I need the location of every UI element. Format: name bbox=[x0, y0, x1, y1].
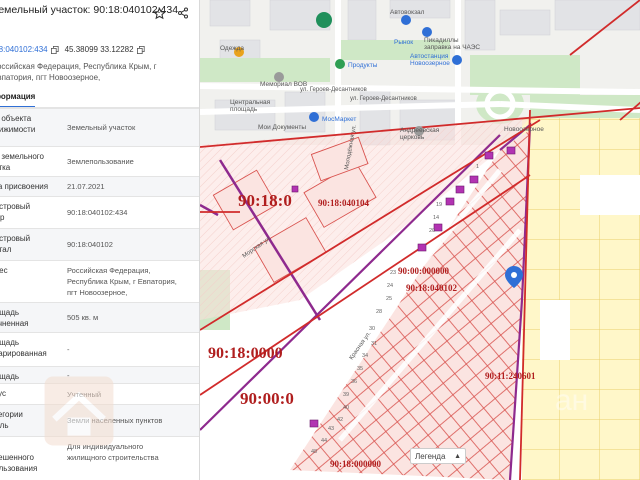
cad-label-bottom: 90:18:000000 bbox=[330, 459, 381, 469]
label-odezhda: Одежда bbox=[220, 45, 244, 52]
star-icon[interactable] bbox=[152, 6, 166, 20]
property-value: Российская Федерация, Республика Крым, г … bbox=[67, 266, 177, 297]
plot-number: 40 bbox=[343, 405, 349, 411]
cad-label-big-3: 90:00:0 bbox=[240, 389, 294, 408]
property-value: 90:18:040102 bbox=[67, 240, 113, 249]
property-row: лощадьточненная 505 кв. м bbox=[0, 302, 199, 332]
plot-number: 25 bbox=[386, 296, 392, 302]
label-avtostanciya: Автостанция Новоозерное bbox=[410, 53, 450, 67]
property-label: дастровыйартал bbox=[0, 234, 31, 254]
info-panel: Земельный участок: 90:18:040102:434 :18:… bbox=[0, 0, 200, 480]
label-novoozernoe: Новоозерное bbox=[504, 126, 544, 133]
plot-number: 44 bbox=[321, 438, 327, 444]
chevron-up-icon: ▲ bbox=[454, 452, 461, 460]
property-value: 90:18:040102:434 bbox=[67, 208, 128, 217]
property-value: Земельный участок bbox=[67, 123, 136, 132]
property-value: 505 кв. м bbox=[67, 313, 99, 322]
plot-number: 1 bbox=[476, 164, 479, 170]
cad-label-quarter-040102: 90:18:040102 bbox=[406, 283, 457, 293]
panel-actions bbox=[152, 6, 190, 20]
property-row: дастровыймер 90:18:040102:434 bbox=[0, 196, 199, 228]
label-avtovokzal: Автовокзал bbox=[390, 9, 425, 16]
property-label: лощадьточненная bbox=[0, 308, 29, 328]
cad-label-big-1: 90:18:0 bbox=[238, 191, 292, 210]
plot-number: 35 bbox=[357, 366, 363, 372]
cadastral-number-link[interactable]: :18:040102:434 bbox=[0, 45, 48, 54]
legend-button[interactable]: Легенда ▲ bbox=[410, 448, 466, 464]
copy-icon[interactable] bbox=[50, 45, 59, 54]
label-street-geroev-2: ул. Героев-Десантников bbox=[350, 96, 417, 102]
cad-label-240601: 90:11:240601 bbox=[485, 371, 536, 381]
cad-label-big-2: 90:18:0000 bbox=[208, 345, 283, 362]
property-label: дрес bbox=[0, 266, 8, 275]
property-value: Землепользование bbox=[67, 157, 134, 166]
cadastral-number-row: :18:040102:434 45.38099 33.12282 bbox=[0, 45, 151, 54]
cadastral-map[interactable]: Автовокзал Рынок Одежда Продукты Пикадил… bbox=[200, 0, 640, 480]
plot-number: 48 bbox=[311, 449, 317, 455]
cad-label-quarter-000000: 90:00:000000 bbox=[398, 266, 449, 276]
label-mossmart: МосМаркет bbox=[322, 116, 356, 123]
property-label: ид объектадвижимости bbox=[0, 114, 36, 134]
property-row: ата присвоения 21.07.2021 bbox=[0, 176, 199, 196]
plot-number: 20 bbox=[429, 228, 435, 234]
label-rynok: Рынок bbox=[394, 39, 413, 46]
map-watermark: ан bbox=[555, 384, 588, 417]
property-label: ата присвоения bbox=[0, 182, 49, 191]
property-label: ид земельногоастка bbox=[0, 152, 44, 172]
plot-number: 39 bbox=[343, 392, 349, 398]
property-row: дрес Российская Федерация,Республика Крым… bbox=[0, 260, 199, 302]
plot-number: 34 bbox=[362, 353, 368, 359]
property-label: лощадькларированная bbox=[0, 338, 47, 358]
map-canvas[interactable]: Автовокзал Рынок Одежда Продукты Пикадил… bbox=[200, 0, 640, 480]
property-value: - bbox=[67, 345, 70, 354]
plot-number: 42 bbox=[337, 417, 343, 423]
plot-number: 24 bbox=[387, 283, 393, 289]
plot-number: 31 bbox=[371, 341, 377, 347]
plot-number: 30 bbox=[369, 326, 375, 332]
plot-number: 28 bbox=[376, 309, 382, 315]
cad-label-040104: 90:18:040104 bbox=[318, 198, 369, 208]
property-row: дастровыйартал 90:18:040102 bbox=[0, 228, 199, 260]
property-row: ид объектадвижимости Земельный участок bbox=[0, 108, 199, 146]
property-value: 21.07.2021 bbox=[67, 182, 105, 191]
plot-number: 36 bbox=[351, 379, 357, 385]
label-moi-docs: Мои Документы bbox=[258, 124, 306, 131]
tab-information[interactable]: формация bbox=[0, 92, 36, 108]
copy-icon[interactable] bbox=[136, 45, 145, 54]
plot-number: 14 bbox=[433, 215, 439, 221]
label-produkty: Продукты bbox=[348, 62, 378, 69]
property-row: ид земельногоастка Землепользование bbox=[0, 146, 199, 176]
plot-number: 23 bbox=[390, 270, 396, 276]
watermark-logo bbox=[44, 376, 114, 446]
property-row: лощадькларированная - bbox=[0, 332, 199, 366]
legend-label: Легенда bbox=[415, 451, 446, 461]
label-street-geroev-1: ул. Героев-Десантников bbox=[300, 87, 367, 93]
address-text: Российская Федерация, Республика Крым, г… bbox=[0, 62, 157, 82]
plot-number: 19 bbox=[436, 202, 442, 208]
property-label: дастровыймер bbox=[0, 202, 31, 222]
plot-number: 43 bbox=[328, 426, 334, 432]
share-icon[interactable] bbox=[176, 6, 190, 20]
coordinates: 45.38099 33.12282 bbox=[64, 45, 134, 54]
